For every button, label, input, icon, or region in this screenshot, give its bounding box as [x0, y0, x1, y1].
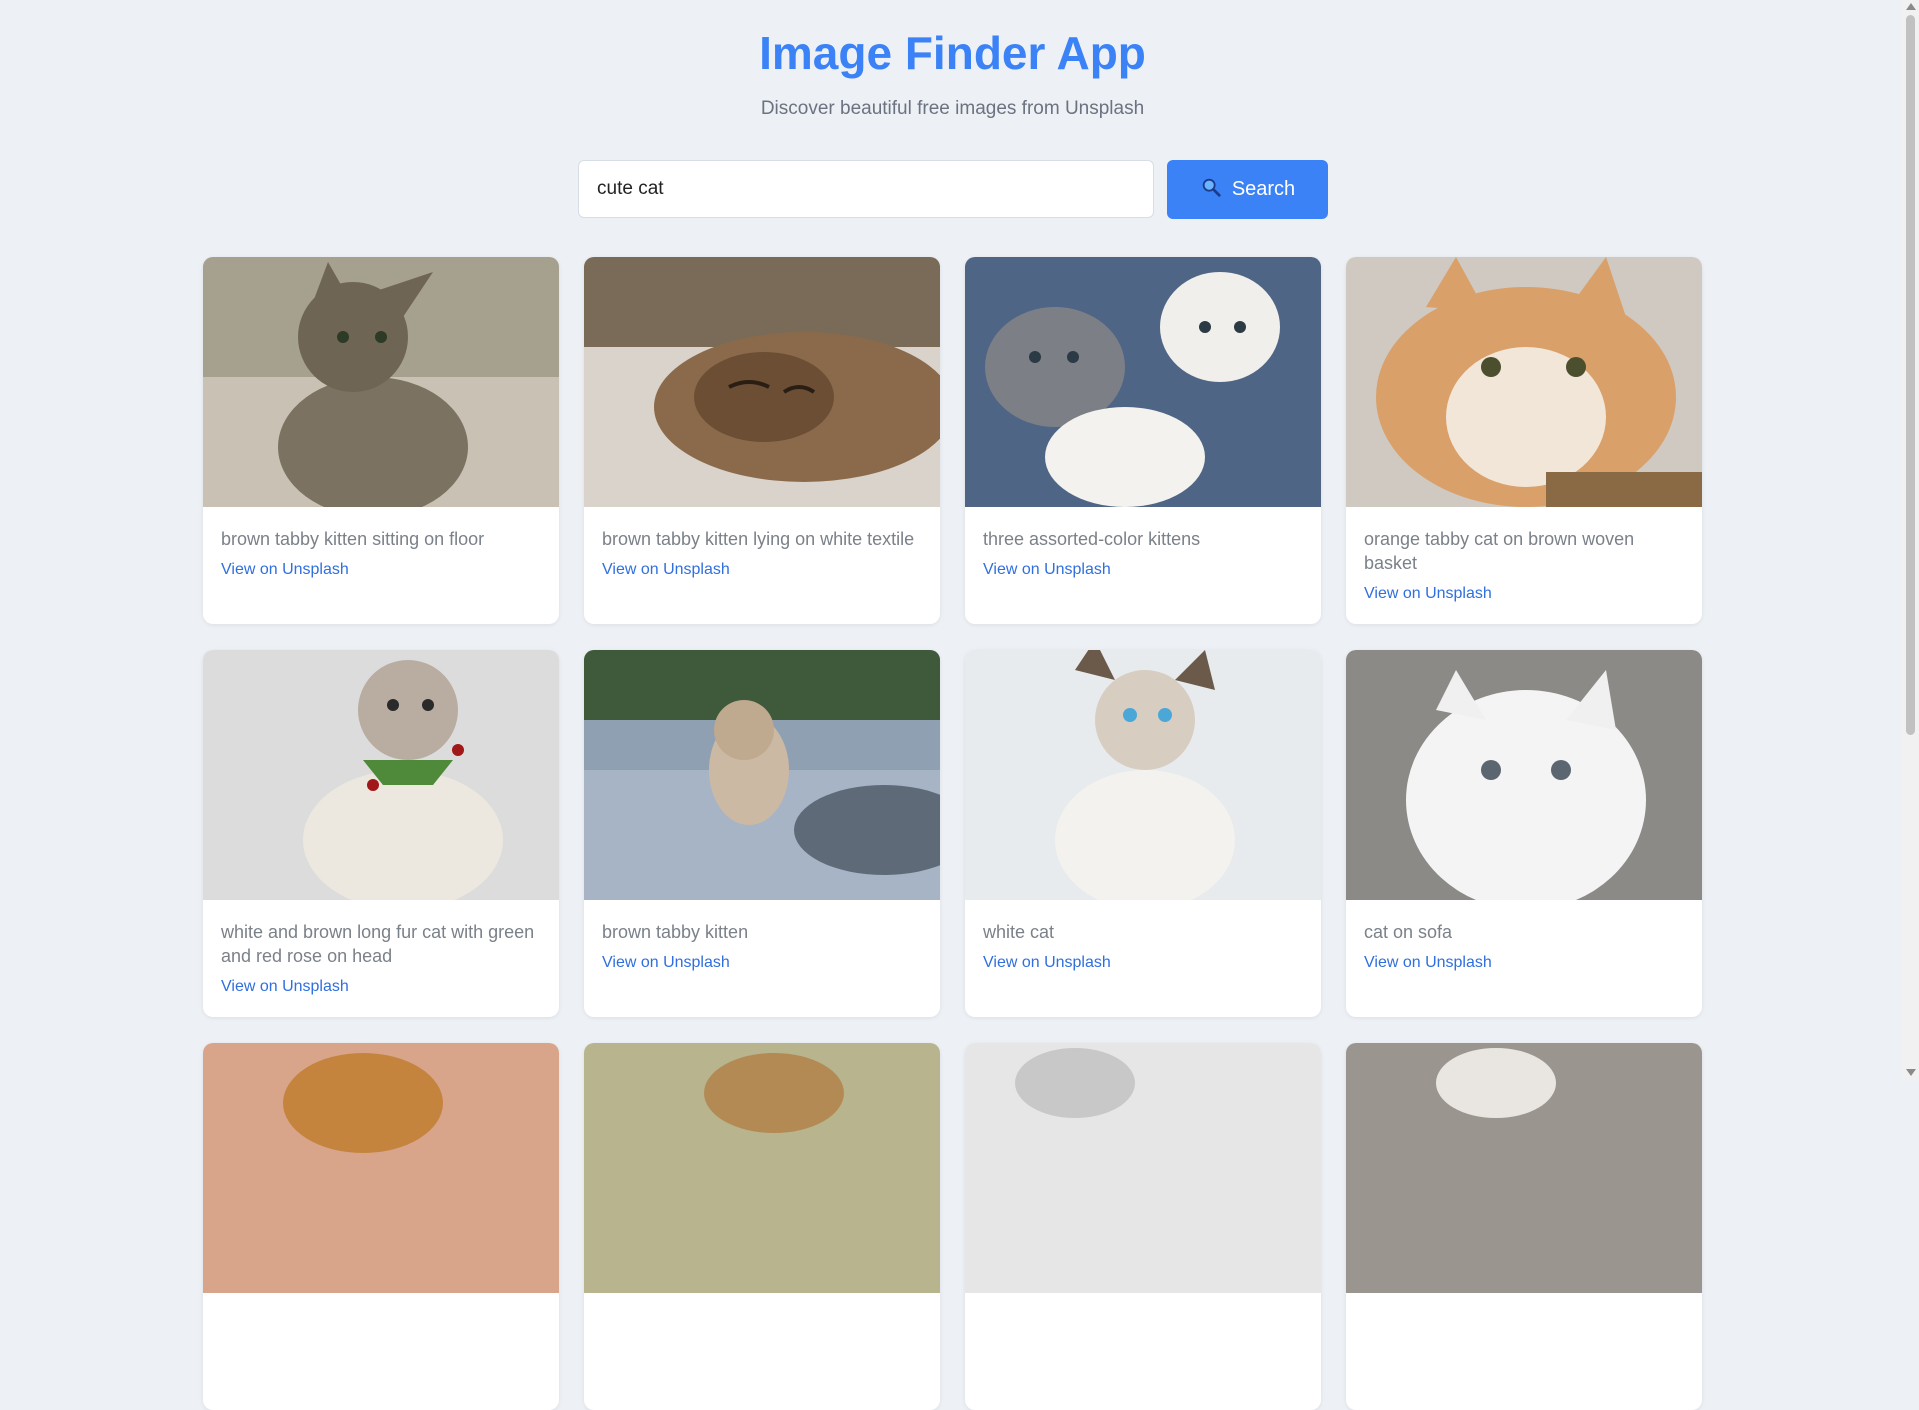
search-button[interactable]: Search	[1167, 160, 1328, 219]
image-caption: brown tabby kitten	[602, 922, 749, 942]
cat-photo[interactable]	[584, 1043, 940, 1293]
view-on-unsplash-link[interactable]: View on Unsplash	[602, 561, 730, 579]
view-on-unsplash-link[interactable]: View on Unsplash	[602, 954, 730, 972]
result-card: three assorted-color kittens View on Uns…	[965, 257, 1321, 624]
image-caption: white and brown long fur cat with green …	[221, 922, 535, 966]
view-on-unsplash-link[interactable]: View on Unsplash	[983, 561, 1111, 579]
image-caption: cat on sofa	[1364, 922, 1453, 942]
image-caption: orange tabby cat on brown woven basket	[1364, 529, 1635, 573]
scroll-up-arrow-icon[interactable]	[1906, 3, 1916, 10]
result-card	[1346, 1043, 1702, 1410]
view-on-unsplash-link[interactable]: View on Unsplash	[1364, 585, 1492, 603]
view-on-unsplash-link[interactable]: View on Unsplash	[221, 978, 349, 996]
image-caption: brown tabby kitten lying on white textil…	[602, 529, 915, 549]
cat-photo[interactable]	[965, 1043, 1321, 1293]
long-fur-cat-photo[interactable]	[203, 650, 559, 900]
white-kitten-photo[interactable]	[1346, 650, 1702, 900]
result-card: orange tabby cat on brown woven basket V…	[1346, 257, 1702, 624]
image-caption: white cat	[983, 922, 1055, 942]
kitten-photo[interactable]	[203, 257, 559, 507]
vertical-scrollbar[interactable]	[1902, 0, 1919, 1079]
scrollbar-thumb[interactable]	[1906, 15, 1915, 735]
kitten-on-sofa-photo[interactable]	[584, 650, 940, 900]
search-input[interactable]	[578, 160, 1154, 218]
white-cat-photo[interactable]	[965, 650, 1321, 900]
result-card: white cat View on Unsplash	[965, 650, 1321, 1017]
kitten-photo[interactable]	[584, 257, 940, 507]
kittens-photo[interactable]	[965, 257, 1321, 507]
result-card: white and brown long fur cat with green …	[203, 650, 559, 1017]
cat-photo[interactable]	[203, 1043, 559, 1293]
result-card: brown tabby kitten lying on white textil…	[584, 257, 940, 624]
result-card: brown tabby kitten sitting on floor View…	[203, 257, 559, 624]
view-on-unsplash-link[interactable]: View on Unsplash	[221, 561, 349, 579]
view-on-unsplash-link[interactable]: View on Unsplash	[1364, 954, 1492, 972]
image-caption: brown tabby kitten sitting on floor	[221, 529, 485, 549]
results-grid: brown tabby kitten sitting on floor View…	[203, 257, 1702, 1410]
image-finder-page: Image Finder App Discover beautiful free…	[0, 0, 1900, 1410]
scroll-down-arrow-icon[interactable]	[1906, 1069, 1916, 1076]
cat-photo[interactable]	[1346, 1043, 1702, 1293]
result-card	[584, 1043, 940, 1410]
image-caption: three assorted-color kittens	[983, 529, 1201, 549]
result-card: cat on sofa View on Unsplash	[1346, 650, 1702, 1017]
page-title: Image Finder App	[759, 27, 1146, 79]
view-on-unsplash-link[interactable]: View on Unsplash	[983, 954, 1111, 972]
page-subtitle: Discover beautiful free images from Unsp…	[760, 98, 1145, 119]
search-button-label: Search	[1231, 178, 1296, 200]
result-card: brown tabby kitten View on Unsplash	[584, 650, 940, 1017]
magnifier-icon	[1200, 176, 1222, 204]
result-card	[203, 1043, 559, 1410]
result-card	[965, 1043, 1321, 1410]
orange-cat-photo[interactable]	[1346, 257, 1702, 507]
